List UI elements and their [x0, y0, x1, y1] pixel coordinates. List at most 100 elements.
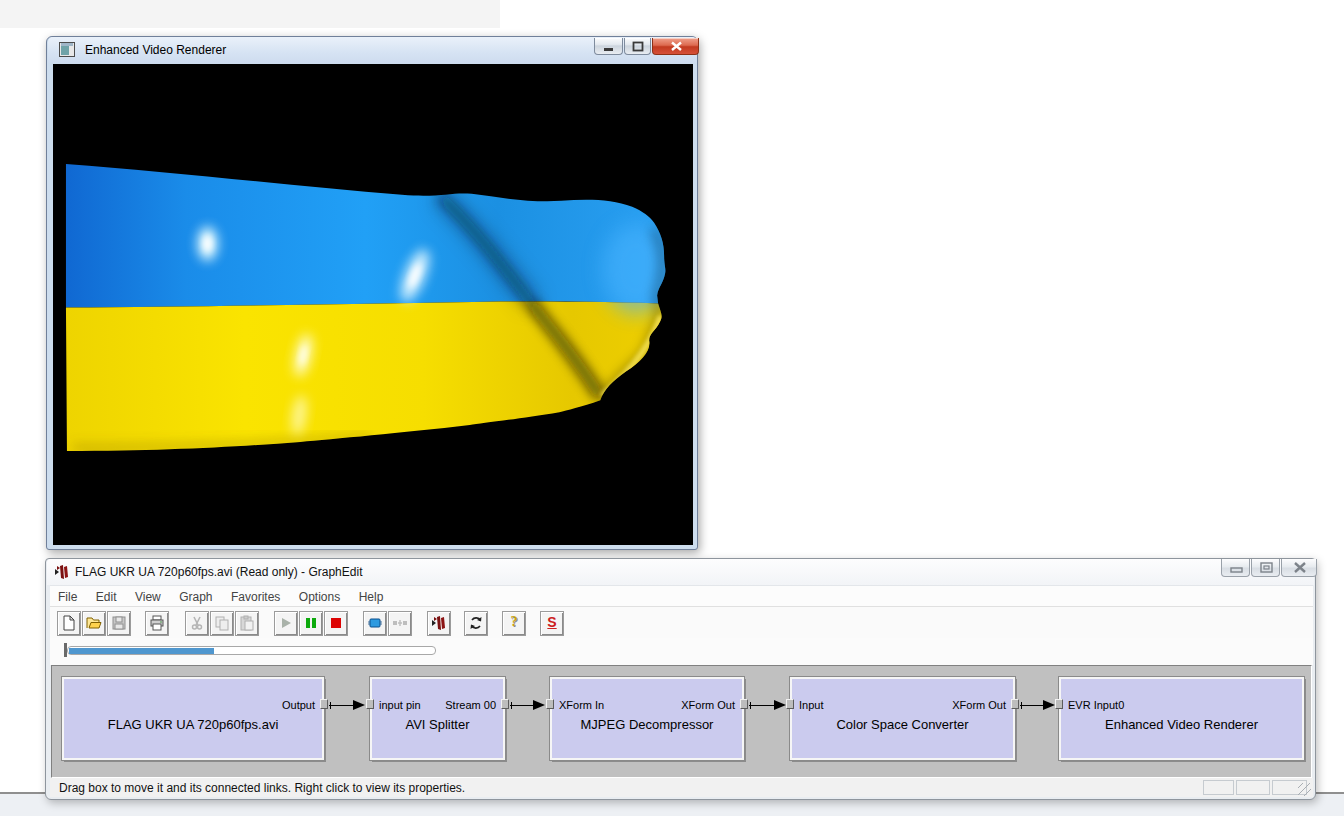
menu-file[interactable]: File — [51, 586, 84, 604]
connection-line[interactable] — [329, 705, 353, 706]
pin-chip[interactable] — [546, 699, 554, 709]
pin-label-output[interactable]: Output — [282, 699, 315, 711]
filter-box-mjpeg-decompressor[interactable]: XForm In XForm Out MJPEG Decompressor — [550, 677, 744, 760]
close-icon — [653, 38, 698, 54]
connection-arrowhead — [353, 700, 365, 710]
menu-view[interactable]: View — [128, 586, 168, 604]
filter-name: AVI Splitter — [372, 717, 503, 732]
graphedit-logo-icon — [431, 615, 447, 631]
pin-chip[interactable] — [501, 699, 509, 709]
paste-button[interactable] — [235, 611, 259, 636]
help-icon: ? — [503, 614, 525, 630]
pin-label-evr-input0[interactable]: EVR Input0 — [1068, 699, 1124, 711]
pin-label-xform-in[interactable]: XForm In — [559, 699, 604, 711]
print-button[interactable] — [145, 611, 169, 636]
printer-icon — [149, 615, 165, 631]
copy-button[interactable] — [210, 611, 234, 636]
status-bar-text: Drag box to move it and its connected li… — [59, 781, 465, 795]
ukraine-flag-video-frame — [53, 64, 693, 545]
play-icon — [278, 615, 294, 631]
refresh-icon — [468, 615, 484, 631]
evr-video-area — [53, 64, 693, 545]
pin-label-xform-out[interactable]: XForm Out — [681, 699, 735, 711]
connection-line[interactable] — [1020, 705, 1044, 706]
seek-progress-fill — [69, 648, 214, 654]
connection-arrowhead — [533, 700, 545, 710]
filter-name: MJPEG Decompressor — [552, 717, 742, 732]
graphedit-window-title: FLAG UKR UA 720p60fps.avi (Read only) - … — [75, 565, 362, 579]
save-graph-button[interactable] — [107, 611, 131, 636]
filter-name: FLAG UKR UA 720p60fps.avi — [64, 717, 322, 732]
status-pane — [1203, 780, 1234, 795]
stop-button[interactable] — [324, 611, 348, 636]
disconnect-pins-button[interactable] — [388, 611, 412, 636]
cut-scissors-icon — [189, 615, 205, 631]
new-document-icon — [61, 615, 77, 631]
menu-favorites[interactable]: Favorites — [224, 586, 287, 604]
pin-label-xform-out[interactable]: XForm Out — [952, 699, 1006, 711]
new-graph-button[interactable] — [57, 611, 81, 636]
pin-label-input-pin[interactable]: input pin — [379, 699, 421, 711]
pin-chip[interactable] — [366, 699, 374, 709]
graphedit-maximize-button[interactable] — [1251, 559, 1280, 577]
pin-chip[interactable] — [1055, 699, 1063, 709]
resize-grip[interactable] — [1298, 783, 1311, 796]
evr-close-button[interactable] — [652, 38, 699, 55]
pin-chip[interactable] — [1011, 699, 1019, 709]
seek-track[interactable] — [67, 646, 436, 655]
filter-box-source[interactable]: Output FLAG UKR UA 720p60fps.avi — [62, 677, 324, 760]
graphedit-app-icon — [54, 564, 70, 580]
pin-chip[interactable] — [320, 699, 328, 709]
pause-button[interactable] — [299, 611, 323, 636]
filter-name: Enhanced Video Renderer — [1061, 717, 1302, 732]
evr-window-icon — [59, 42, 75, 57]
connection-arrowhead — [774, 700, 786, 710]
graphedit-title-bar[interactable]: FLAG UKR UA 720p60fps.avi (Read only) - … — [47, 559, 1314, 585]
minimize-icon — [595, 38, 622, 54]
open-folder-icon — [86, 615, 102, 631]
insert-filter-button[interactable] — [363, 611, 387, 636]
filter-box-color-space-converter[interactable]: Input XForm Out Color Space Converter — [790, 677, 1015, 760]
graphedit-minimize-button[interactable] — [1221, 559, 1250, 577]
play-button[interactable] — [274, 611, 298, 636]
status-pane — [1236, 780, 1270, 795]
filter-box-evr[interactable]: EVR Input0 Enhanced Video Renderer — [1059, 677, 1304, 760]
evr-maximize-button[interactable] — [624, 38, 651, 55]
menu-graph[interactable]: Graph — [172, 586, 219, 604]
disconnect-pins-icon — [392, 615, 408, 631]
insert-filter-icon — [367, 615, 383, 631]
minimize-icon — [1222, 559, 1249, 576]
pin-chip[interactable] — [786, 699, 794, 709]
stop-icon — [328, 615, 344, 631]
graphedit-window: FLAG UKR UA 720p60fps.avi (Read only) - … — [45, 558, 1316, 800]
cut-button[interactable] — [185, 611, 209, 636]
connection-line[interactable] — [510, 705, 534, 706]
evr-minimize-button[interactable] — [594, 38, 623, 55]
evr-window: Enhanced Video Renderer — [46, 36, 698, 550]
help-button[interactable]: ? — [502, 611, 526, 636]
pin-chip[interactable] — [740, 699, 748, 709]
menu-bar: File Edit View Graph Favorites Options H… — [50, 585, 1313, 606]
graphedit-close-button[interactable] — [1281, 559, 1317, 577]
stats-button[interactable]: S — [540, 611, 564, 636]
filter-box-avi-splitter[interactable]: input pin Stream 00 AVI Splitter — [370, 677, 505, 760]
evr-title-bar[interactable]: Enhanced Video Renderer — [48, 37, 697, 63]
pause-icon — [303, 615, 319, 631]
pin-label-input[interactable]: Input — [799, 699, 823, 711]
open-graph-button[interactable] — [82, 611, 106, 636]
paste-clipboard-icon — [239, 615, 255, 631]
menu-help[interactable]: Help — [352, 586, 391, 604]
pin-label-stream00[interactable]: Stream 00 — [445, 699, 496, 711]
maximize-icon — [1252, 559, 1279, 576]
filter-graph-canvas[interactable]: Output FLAG UKR UA 720p60fps.avi input p… — [51, 665, 1312, 778]
graphedit-logo-button[interactable] — [427, 611, 451, 636]
maximize-icon — [625, 38, 650, 54]
menu-options[interactable]: Options — [292, 586, 347, 604]
seek-bar-row — [50, 638, 1313, 665]
stats-icon: S — [541, 614, 563, 630]
connection-line[interactable] — [749, 705, 775, 706]
menu-edit[interactable]: Edit — [89, 586, 124, 604]
refresh-button[interactable] — [464, 611, 488, 636]
close-icon — [1282, 559, 1316, 576]
connection-arrowhead — [1043, 700, 1055, 710]
